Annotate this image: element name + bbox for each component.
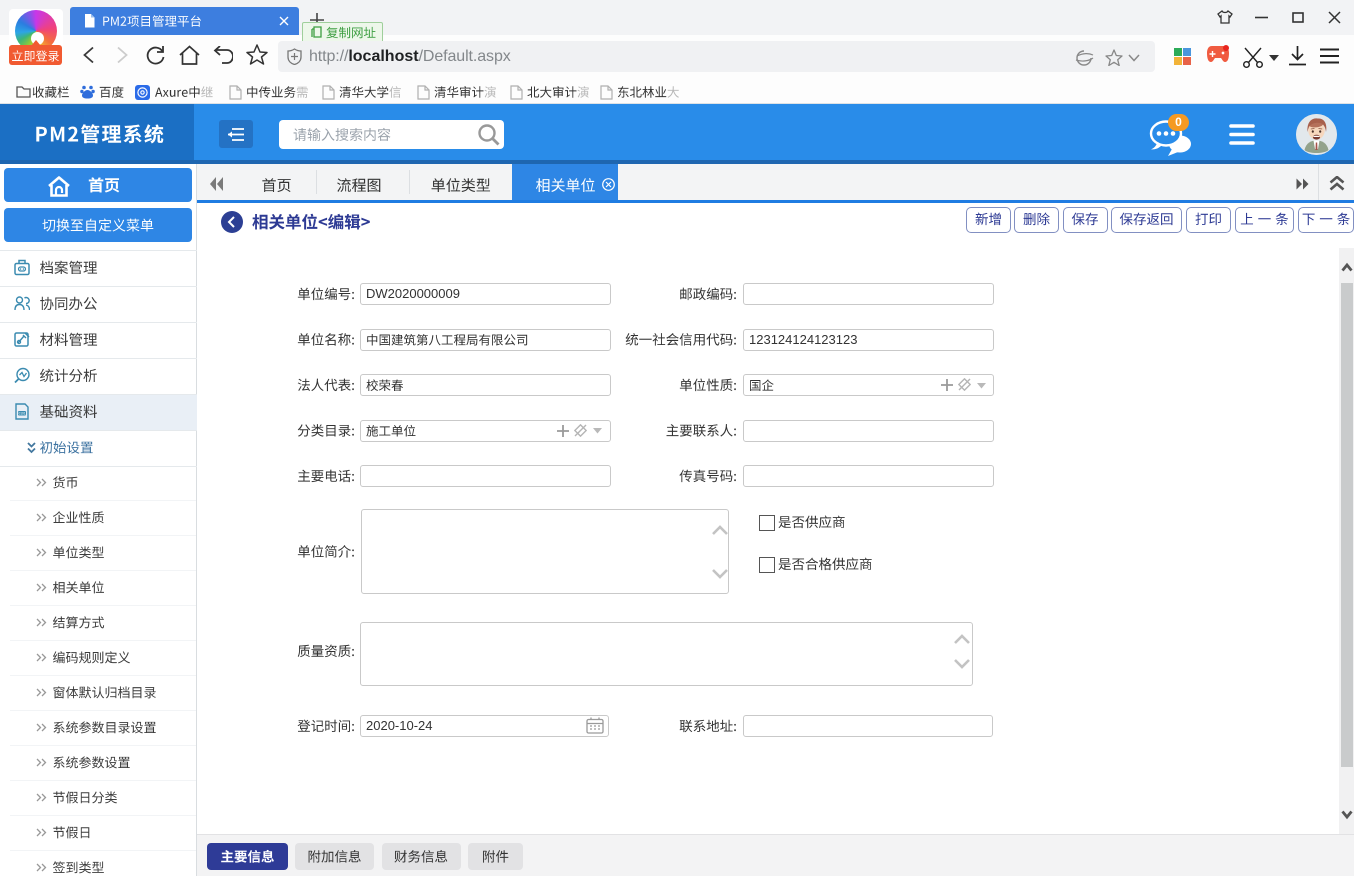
svg-text:0101: 0101: [18, 412, 25, 416]
